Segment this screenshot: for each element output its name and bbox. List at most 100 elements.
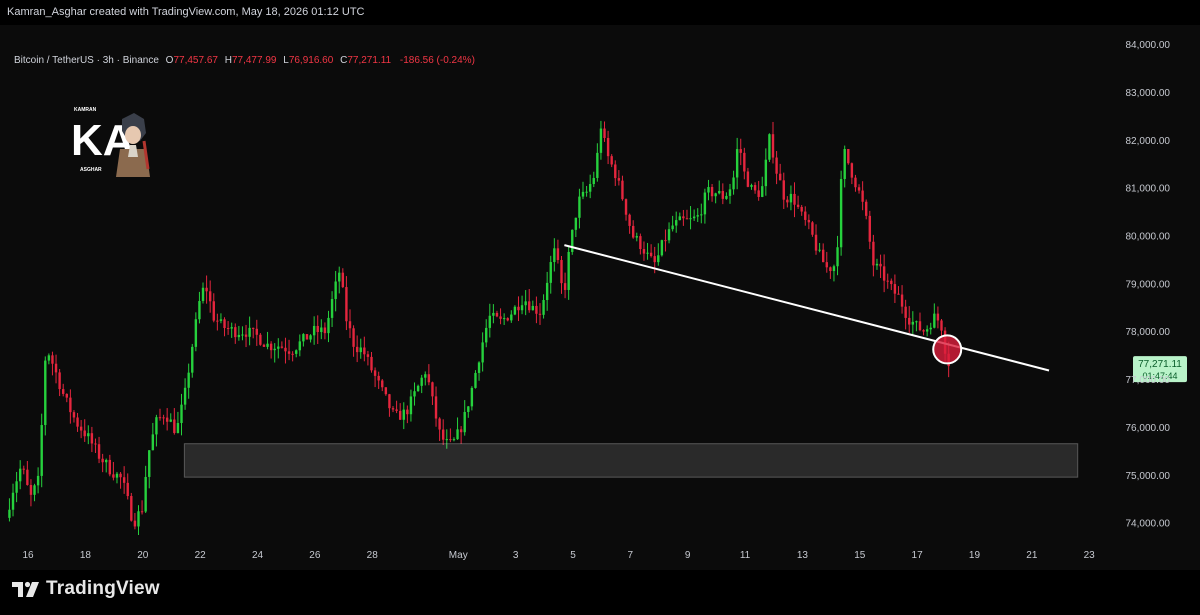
candle-body: [710, 187, 714, 197]
candle-body: [771, 134, 775, 158]
candle-body: [345, 287, 348, 322]
time-tick-label: 24: [252, 550, 264, 561]
candle-body: [122, 477, 126, 483]
candle-body: [226, 328, 230, 330]
candle-body: [768, 134, 771, 160]
candle-body: [707, 187, 710, 193]
candle-body: [44, 360, 47, 426]
time-tick-label: 17: [912, 550, 924, 561]
candle-body: [431, 382, 434, 397]
candle-body: [65, 393, 68, 398]
candle-body: [890, 280, 893, 285]
time-tick-label: 26: [309, 550, 321, 561]
candle-body: [8, 509, 11, 518]
candle-body: [58, 372, 61, 390]
candle-body: [338, 272, 341, 282]
candle-body: [495, 312, 499, 317]
candle-body: [266, 343, 269, 347]
candle-body: [409, 396, 413, 415]
candle-body: [517, 306, 520, 311]
candle-body: [825, 262, 828, 268]
close-value: 77,271.11: [347, 55, 392, 66]
candle-body: [811, 222, 814, 235]
candle-body: [746, 171, 750, 187]
candle-body: [97, 444, 101, 459]
change-value: -186.56 (-0.24%): [399, 55, 475, 66]
symbol-legend: Bitcoin / TetherUS · 3h · Binance O77,45…: [14, 55, 475, 66]
candle-body: [413, 391, 416, 397]
candle-body: [513, 306, 517, 315]
high-value: 77,477.99: [231, 55, 277, 66]
candle-body: [438, 418, 441, 430]
candle-body: [603, 128, 606, 138]
candle-body: [599, 128, 603, 153]
candle-body: [628, 214, 631, 226]
candle-body: [398, 410, 402, 420]
candle-body: [309, 335, 312, 340]
time-tick-label: 18: [80, 550, 92, 561]
chart-area[interactable]: 77,271.11 01:47:44 84,000.00 83,000.00 82,0…: [0, 25, 1200, 570]
breakdown-highlight-circle: [932, 334, 963, 365]
candle-body: [481, 342, 484, 363]
candle-body: [273, 348, 276, 351]
candle-body: [173, 419, 176, 433]
candle-body: [151, 434, 155, 451]
time-tick-label: 23: [1084, 550, 1096, 561]
candle-body: [925, 329, 929, 332]
candle-body: [789, 193, 793, 203]
candle-body: [477, 362, 481, 373]
candle-body: [735, 149, 739, 178]
candle-body: [474, 372, 477, 388]
candle-body: [456, 429, 459, 440]
candle-body: [728, 189, 732, 196]
price-tick-label: 77,000.00: [1126, 375, 1171, 386]
candle-body: [915, 321, 918, 323]
candle-body: [36, 475, 40, 486]
candle-body: [15, 481, 18, 493]
candle-body: [725, 195, 728, 199]
candle-body: [933, 313, 936, 328]
candle-body: [298, 341, 302, 351]
candle-body: [865, 201, 868, 216]
candle-body: [750, 185, 753, 187]
candle-body: [678, 216, 681, 221]
candle-body: [262, 344, 266, 347]
candle-body: [520, 305, 524, 311]
candle-body: [804, 211, 807, 220]
candle-body: [148, 450, 151, 477]
high-label: H: [224, 55, 232, 66]
candle-body: [528, 301, 531, 311]
candle-body: [753, 185, 757, 191]
candle-body: [538, 313, 542, 315]
candle-body: [420, 377, 423, 386]
candle-body: [434, 396, 438, 419]
candle-body: [169, 419, 172, 422]
candle-body: [542, 300, 545, 315]
candle-body: [94, 443, 97, 445]
tradingview-logo-icon: [12, 581, 39, 597]
candle-body: [936, 313, 940, 321]
candle-body: [588, 184, 592, 192]
candle-body: [248, 327, 251, 337]
candle-body: [718, 190, 721, 194]
candle-body: [119, 473, 122, 478]
tradingview-brand[interactable]: TradingView: [12, 578, 160, 600]
candle-body: [807, 219, 811, 223]
price-chart[interactable]: 77,271.1101:47:44 84,000.00 83,000.00 82,0…: [0, 25, 1200, 570]
candle-body: [341, 272, 345, 288]
candle-body: [90, 433, 94, 444]
candle-body: [363, 347, 366, 355]
candle-body: [384, 387, 388, 395]
candle-body: [280, 346, 284, 348]
candle-body: [105, 459, 108, 463]
price-tick-label: 83,000.00: [1126, 88, 1171, 99]
price-tick-label: 75,000.00: [1126, 471, 1171, 482]
candle-body: [76, 417, 79, 427]
candle-body: [348, 321, 352, 329]
candle-body: [761, 186, 764, 197]
candle-body: [62, 389, 65, 394]
candle-body: [198, 301, 201, 320]
candle-body: [452, 439, 456, 441]
candle-body: [631, 225, 635, 238]
candle-body: [165, 417, 169, 422]
